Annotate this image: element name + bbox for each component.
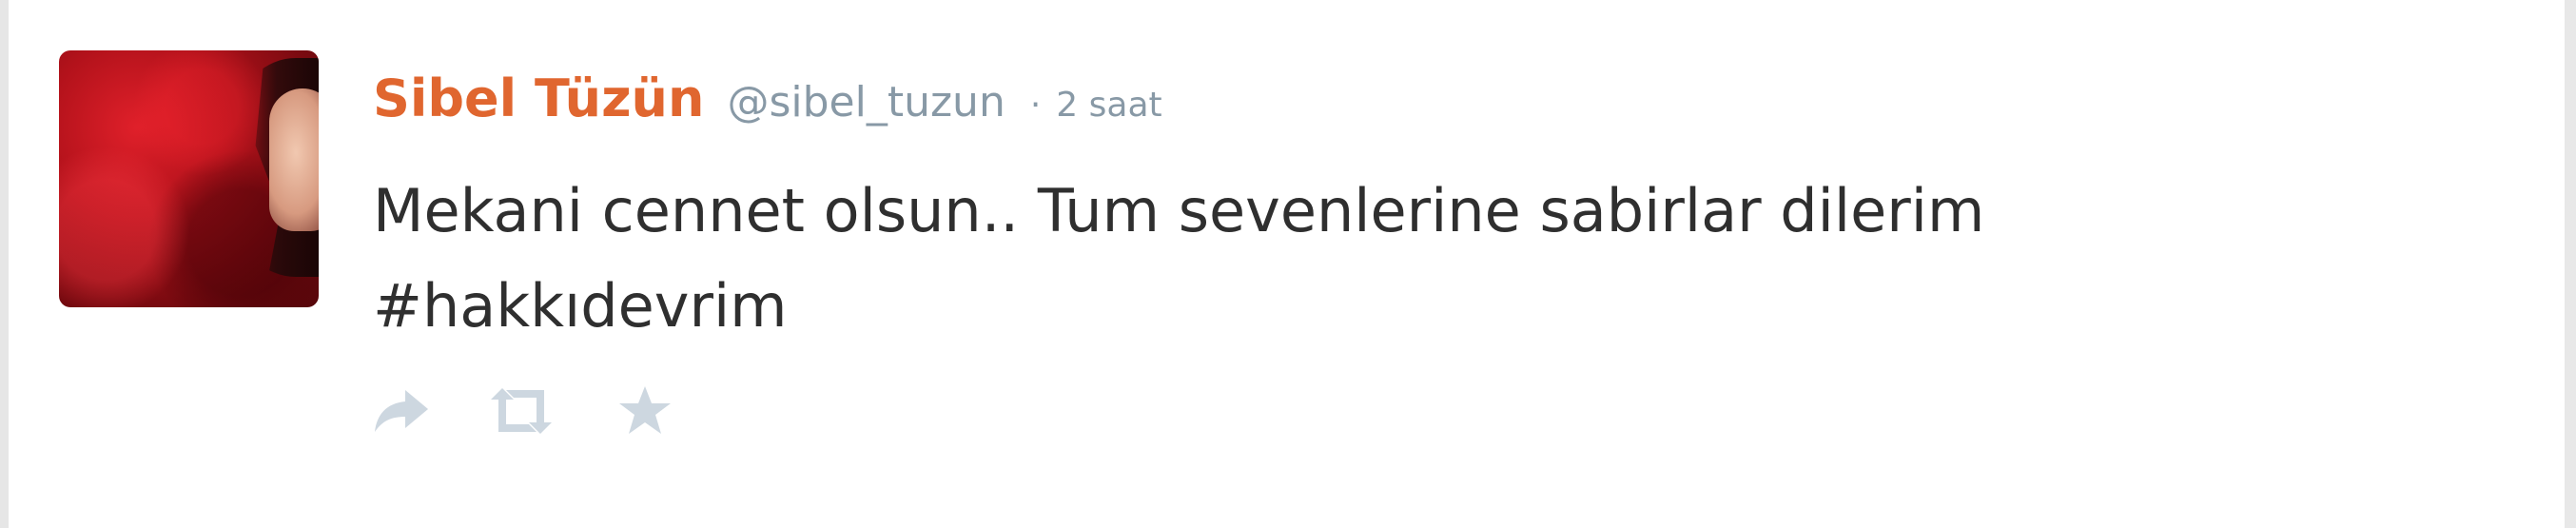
author-handle[interactable]: @sibel_tuzun bbox=[727, 78, 1005, 127]
author-name[interactable]: Sibel Tüzün bbox=[373, 68, 704, 128]
retweet-icon bbox=[491, 388, 552, 434]
right-border bbox=[2565, 0, 2576, 528]
tweet-actions bbox=[373, 382, 673, 440]
tweet-header: Sibel Tüzün @sibel_tuzun · 2 saat bbox=[373, 68, 1162, 135]
favorite-button[interactable] bbox=[616, 382, 673, 440]
tweet: Sibel Tüzün @sibel_tuzun · 2 saat Mekani… bbox=[0, 0, 2565, 528]
separator-dot: · bbox=[1029, 86, 1042, 125]
star-icon bbox=[619, 386, 671, 434]
tweet-text-line: Mekani cennet olsun.. Tum sevenlerine sa… bbox=[373, 176, 1985, 245]
retweet-button[interactable] bbox=[487, 382, 556, 440]
hashtag-link[interactable]: #hakkıdevrim bbox=[373, 259, 2466, 354]
tweet-timestamp[interactable]: 2 saat bbox=[1056, 86, 1161, 125]
tweet-text: Mekani cennet olsun.. Tum sevenlerine sa… bbox=[373, 164, 2466, 354]
reply-arrow-icon bbox=[375, 390, 428, 432]
reply-button[interactable] bbox=[373, 382, 430, 440]
avatar[interactable] bbox=[59, 50, 319, 307]
tweet-frame: Sibel Tüzün @sibel_tuzun · 2 saat Mekani… bbox=[0, 0, 2576, 528]
avatar-face bbox=[269, 88, 319, 231]
